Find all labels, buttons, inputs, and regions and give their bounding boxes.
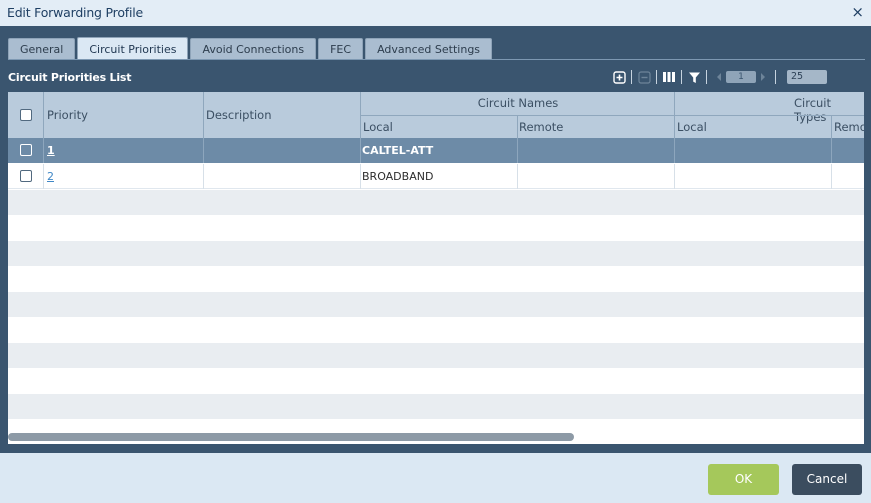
cell-divider (674, 164, 675, 189)
header-priority[interactable]: Priority (47, 108, 88, 122)
circuit-local-cell: BROADBAND (362, 170, 434, 183)
table-row[interactable]: 2 BROADBAND (8, 164, 864, 189)
header-types-local[interactable]: Local (677, 120, 707, 134)
grid-header: Priority Description Circuit Names Circu… (8, 92, 864, 138)
empty-row (8, 368, 864, 393)
section-title: Circuit Priorities List (8, 71, 132, 84)
empty-row (8, 394, 864, 419)
toolbar-separator (681, 70, 682, 84)
column-divider (43, 92, 44, 138)
row-checkbox[interactable] (20, 144, 32, 156)
tab-fec[interactable]: FEC (318, 38, 364, 59)
dialog-body: General Circuit Priorities Avoid Connect… (0, 26, 871, 453)
tab-strip: General Circuit Priorities Avoid Connect… (8, 37, 494, 60)
grid-toolbar: 1 25 (612, 68, 827, 86)
cell-divider (203, 138, 204, 163)
dialog-title: Edit Forwarding Profile (7, 5, 144, 20)
cell-divider (203, 164, 204, 189)
filter-icon[interactable] (687, 70, 701, 84)
remove-icon[interactable] (637, 70, 651, 84)
empty-row (8, 241, 864, 266)
page-size-select[interactable]: 25 (787, 70, 827, 84)
cell-divider (674, 138, 675, 163)
cell-divider (517, 138, 518, 163)
cancel-button[interactable]: Cancel (792, 464, 862, 495)
add-icon[interactable] (612, 70, 626, 84)
cell-divider (831, 138, 832, 163)
dialog-titlebar: Edit Forwarding Profile × (0, 0, 871, 26)
empty-row (8, 190, 864, 215)
circuit-local-cell: CALTEL-ATT (362, 144, 434, 157)
toolbar-separator (706, 70, 707, 84)
header-names-remote[interactable]: Remote (519, 120, 563, 134)
circuit-priorities-grid: Priority Description Circuit Names Circu… (8, 92, 864, 444)
cell-divider (43, 138, 44, 163)
prev-page-icon[interactable] (712, 70, 726, 84)
empty-row (8, 292, 864, 317)
column-divider (203, 92, 204, 138)
tab-avoid-connections[interactable]: Avoid Connections (190, 38, 317, 59)
empty-row (8, 317, 864, 342)
priority-link[interactable]: 2 (47, 164, 54, 189)
empty-row (8, 343, 864, 368)
dialog-footer: OK Cancel (0, 453, 871, 503)
cell-divider (43, 164, 44, 189)
header-circuit-names: Circuit Names (477, 96, 559, 110)
empty-row (8, 266, 864, 291)
row-checkbox[interactable] (20, 170, 32, 182)
header-types-remote[interactable]: Remo (834, 120, 864, 134)
priority-link[interactable]: 1 (47, 138, 55, 163)
next-page-icon[interactable] (756, 70, 770, 84)
toolbar-separator (656, 70, 657, 84)
tab-advanced-settings[interactable]: Advanced Settings (365, 38, 493, 59)
page-number-input[interactable]: 1 (726, 71, 756, 83)
select-all-checkbox[interactable] (20, 109, 32, 121)
cell-divider (831, 164, 832, 189)
header-names-local[interactable]: Local (363, 120, 393, 134)
columns-icon[interactable] (662, 70, 676, 84)
cell-divider (360, 138, 361, 163)
horizontal-scrollbar[interactable] (8, 433, 574, 441)
toolbar-separator (631, 70, 632, 84)
table-row[interactable]: 1 CALTEL-ATT (8, 138, 864, 163)
header-group-divider (360, 115, 864, 116)
column-divider (831, 115, 832, 138)
tab-circuit-priorities[interactable]: Circuit Priorities (77, 37, 189, 60)
header-description[interactable]: Description (206, 108, 272, 122)
cell-divider (517, 164, 518, 189)
tab-divider (8, 59, 865, 60)
ok-button[interactable]: OK (708, 464, 779, 495)
empty-row (8, 215, 864, 240)
toolbar-separator (775, 70, 776, 84)
tab-general[interactable]: General (8, 38, 76, 59)
column-divider (517, 115, 518, 138)
cell-divider (360, 164, 361, 189)
close-icon[interactable]: × (851, 3, 864, 21)
